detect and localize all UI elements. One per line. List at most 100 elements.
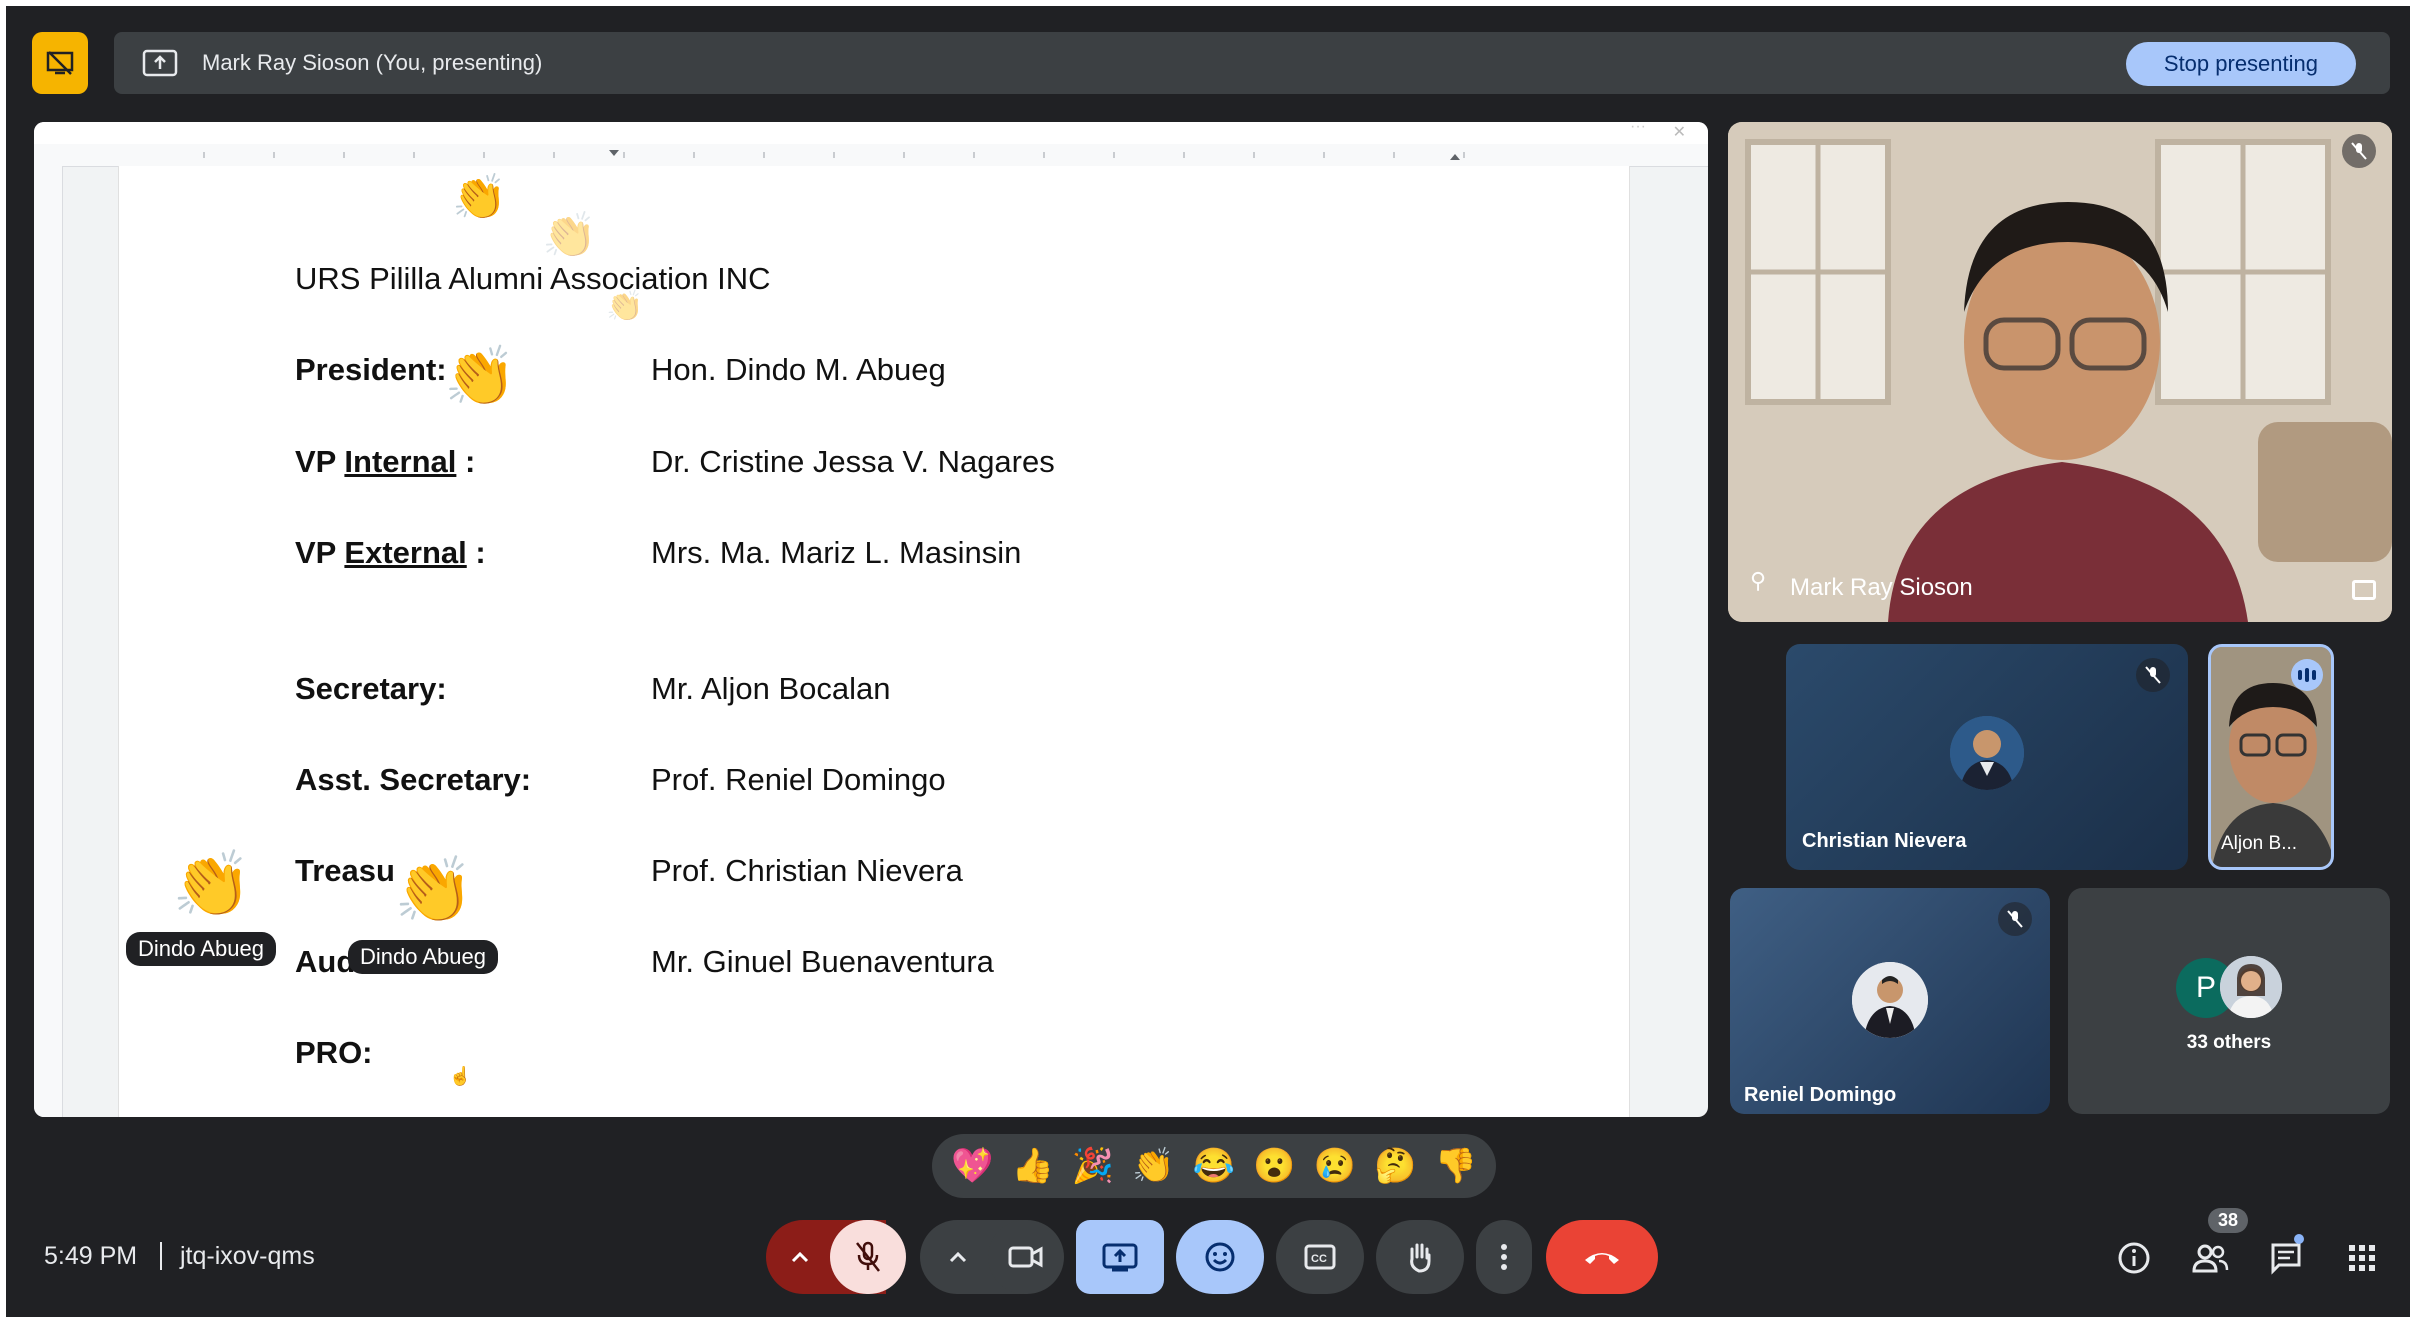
ruler-ticks	[203, 150, 1465, 160]
participant-tile-aljon[interactable]: Aljon B...	[2208, 644, 2334, 870]
camera-toggle-button[interactable]	[988, 1220, 1064, 1294]
leave-call-button[interactable]	[1546, 1220, 1658, 1294]
apps-icon	[2349, 1245, 2375, 1271]
avatar	[2220, 956, 2282, 1018]
participant-tile-main[interactable]: ⚲ Mark Ray Sioson	[1728, 122, 2392, 622]
role-label-text: VP	[295, 535, 345, 570]
role-label-text: VP	[295, 444, 345, 479]
participant-name: Mark Ray Sioson	[1790, 574, 1973, 601]
reactions-button[interactable]	[1176, 1220, 1264, 1294]
info-icon	[2118, 1242, 2150, 1274]
participant-count-badge: 38	[2208, 1208, 2249, 1233]
chevron-up-icon	[949, 1251, 967, 1263]
others-count-label: 33 others	[2186, 1032, 2272, 1053]
reaction-surprised-button[interactable]: 😮	[1253, 1149, 1295, 1183]
doc-title: URS Pililla Alumni Association INC	[295, 261, 771, 296]
more-options-button[interactable]	[1476, 1220, 1532, 1294]
emoji-icon	[1205, 1242, 1235, 1272]
role-label-text: Treasu	[295, 853, 395, 888]
divider	[160, 1242, 162, 1270]
reaction-sender-tag: Dindo Abueg	[348, 940, 498, 974]
role-value-asst-secretary: Prof. Reniel Domingo	[651, 762, 946, 797]
reaction-heart-button[interactable]: 💖	[951, 1149, 993, 1183]
avatar-initial-letter: P	[2195, 971, 2216, 1004]
hand-icon	[1410, 1243, 1431, 1273]
present-off-icon	[46, 51, 74, 75]
role-value-secretary: Mr. Aljon Bocalan	[651, 671, 891, 706]
clap-reaction-icon: 👏	[394, 854, 474, 926]
reaction-thinking-button[interactable]: 🤔	[1374, 1149, 1416, 1183]
pin-icon[interactable]: ⚲	[1750, 568, 1766, 594]
activities-button[interactable]	[2342, 1238, 2382, 1278]
role-label-president: President:	[295, 352, 447, 388]
participant-tile-reniel[interactable]: Reniel Domingo	[1730, 888, 2050, 1114]
avatar	[1950, 716, 2024, 790]
call-end-icon	[1585, 1253, 1619, 1264]
meeting-time: 5:49 PM	[44, 1242, 138, 1270]
mic-off-indicator	[2136, 658, 2170, 692]
role-value-president: Hon. Dindo M. Abueg	[651, 352, 946, 387]
avatar-photo-icon	[1950, 716, 2024, 790]
vertical-ruler	[34, 166, 63, 1117]
speaking-indicator	[2291, 659, 2323, 691]
horizontal-ruler	[34, 144, 1708, 167]
close-icon[interactable]: ✕	[1673, 122, 1686, 142]
role-label-text: President:	[295, 352, 447, 387]
role-value-vp-internal: Dr. Cristine Jessa V. Nagares	[651, 444, 1055, 479]
presenting-indicator[interactable]	[32, 32, 88, 94]
avatar	[1852, 962, 1928, 1038]
participant-video-icon	[1728, 122, 2392, 622]
captions-button[interactable]: CC	[1276, 1220, 1364, 1294]
meeting-code: jtq-ixov-qms	[180, 1242, 315, 1270]
more-icon[interactable]: ···	[1630, 122, 1646, 136]
avatar-photo-icon	[2220, 956, 2282, 1018]
svg-text:CC: CC	[1311, 1253, 1327, 1265]
reaction-thumbs-up-button[interactable]: 👍	[1011, 1149, 1053, 1183]
role-label-secretary: Secretary:	[295, 671, 447, 707]
participant-name: Aljon B...	[2221, 833, 2298, 854]
reaction-clap-button[interactable]: 👏	[1132, 1149, 1174, 1183]
clap-reaction-icon: 👏	[172, 848, 252, 920]
participant-name: Christian Nievera	[1802, 830, 1967, 852]
reaction-sender-tag: Dindo Abueg	[126, 932, 276, 966]
avatar-photo-icon	[1852, 962, 1928, 1038]
people-button[interactable]	[2190, 1238, 2230, 1278]
mic-off-indicator	[1998, 902, 2032, 936]
mic-off-icon	[2145, 666, 2161, 684]
role-label-vp-internal: VP Internal :	[295, 444, 475, 480]
participant-name: Reniel Domingo	[1744, 1084, 1897, 1106]
present-button[interactable]	[1076, 1220, 1164, 1294]
role-label-underlined: External	[344, 535, 467, 570]
role-label-suffix: :	[466, 535, 486, 570]
chat-icon	[2271, 1243, 2301, 1275]
more-vert-icon	[1501, 1244, 1507, 1270]
people-icon	[2192, 1244, 2229, 1273]
reaction-party-button[interactable]: 🎉	[1072, 1149, 1114, 1183]
chevron-up-icon	[791, 1251, 809, 1263]
role-value-auditor: Mr. Ginuel Buenaventura	[651, 944, 994, 979]
cursor-hand-icon: ☝	[449, 1066, 472, 1086]
mic-off-icon	[856, 1241, 880, 1272]
participant-tile-christian[interactable]: Christian Nievera	[1786, 644, 2188, 870]
role-label-text: Secretary:	[295, 671, 447, 706]
doc-window-bar: ✕ ···	[34, 122, 1708, 144]
reaction-sad-button[interactable]: 😢	[1314, 1149, 1356, 1183]
chat-button[interactable]	[2266, 1234, 2306, 1278]
meeting-details-button[interactable]	[2114, 1238, 2154, 1278]
unread-dot	[2294, 1234, 2304, 1244]
participant-tile-others[interactable]: P 33 others	[2068, 888, 2390, 1114]
mic-toggle-button[interactable]	[830, 1220, 906, 1294]
role-label-vp-external: VP External :	[295, 535, 486, 571]
presenting-bar: Mark Ray Sioson (You, presenting) Stop p…	[114, 32, 2390, 94]
role-label-underlined: Internal	[344, 444, 457, 479]
reaction-laugh-button[interactable]: 😂	[1193, 1149, 1235, 1183]
reaction-thumbs-down-button[interactable]: 👎	[1435, 1149, 1477, 1183]
clap-reaction-icon: 👏	[542, 211, 597, 260]
present-to-all-icon	[142, 49, 178, 77]
clap-reaction-icon: 👏	[606, 290, 644, 323]
doc-page: URS Pililla Alumni Association INC Presi…	[118, 166, 1630, 1117]
role-label-text: Asst. Secretary:	[295, 762, 532, 797]
stop-presenting-button[interactable]: Stop presenting	[2125, 42, 2356, 86]
expand-icon[interactable]	[2352, 580, 2376, 600]
raise-hand-button[interactable]	[1376, 1220, 1464, 1294]
